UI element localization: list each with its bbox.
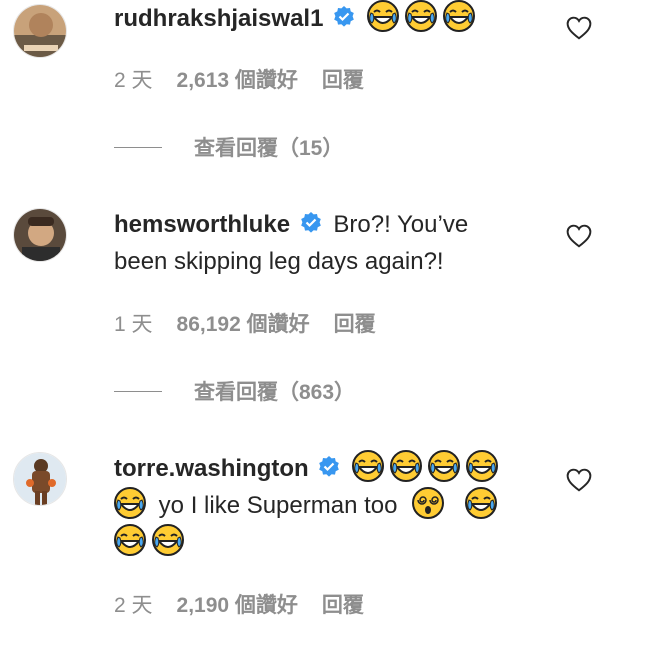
comment-meta: 2 天 2,613 個讚好 回覆 [114,64,364,94]
comment-text: hemsworthluke Bro?! You’ve been skipping… [114,206,544,280]
avatar[interactable] [13,208,67,262]
divider-line [114,390,162,392]
laugh-emoji-icon [428,450,460,482]
verified-badge-icon [299,211,323,235]
divider-line [114,146,162,148]
avatar[interactable] [13,452,67,506]
comment-text: rudhrakshjaiswal1 [114,0,544,37]
laugh-emoji-icon [352,450,384,482]
heart-icon[interactable] [566,16,592,40]
laugh-emoji-icon [443,0,475,32]
comment-text: torre.washington yo I like Superman too [114,450,544,561]
view-replies-button[interactable]: 查看回覆（15） [114,132,343,162]
comment-line: yo I like Superman too [158,492,398,519]
heart-icon[interactable] [566,468,592,492]
like-count[interactable]: 86,192 個讚好 [177,308,310,338]
laugh-emoji-icon [405,0,437,32]
comment-meta: 1 天 86,192 個讚好 回覆 [114,308,376,338]
dizzy-emoji-icon [412,487,444,519]
view-replies-label: 查看回覆（15） [194,137,344,160]
username[interactable]: rudhrakshjaiswal1 [114,5,323,32]
laugh-emoji-icon [390,450,422,482]
comment-line: been skipping leg days again?! [114,248,444,275]
laugh-emoji-icon [152,524,184,556]
laugh-emoji-icon [367,0,399,32]
verified-badge-icon [332,5,356,29]
username[interactable]: torre.washington [114,455,309,482]
like-count[interactable]: 2,613 個讚好 [177,64,298,94]
username[interactable]: hemsworthluke [114,211,290,238]
verified-badge-icon [317,455,341,479]
avatar-image [14,5,66,57]
timestamp[interactable]: 1 天 [114,308,153,338]
avatar[interactable] [13,4,67,58]
avatar-image [14,209,66,261]
reply-button[interactable]: 回覆 [322,64,364,94]
reply-button[interactable]: 回覆 [322,589,364,619]
view-replies-label: 查看回覆（863） [194,381,356,404]
timestamp[interactable]: 2 天 [114,589,153,619]
reply-button[interactable]: 回覆 [334,308,376,338]
timestamp[interactable]: 2 天 [114,64,153,94]
avatar-image [14,453,66,505]
comment-meta: 2 天 2,190 個讚好 回覆 [114,589,364,619]
laugh-emoji-icon [114,487,146,519]
laugh-emoji-icon [114,524,146,556]
laugh-emoji-icon [466,450,498,482]
view-replies-button[interactable]: 查看回覆（863） [114,376,355,406]
comment-line: Bro?! You’ve [333,211,469,238]
like-count[interactable]: 2,190 個讚好 [177,589,298,619]
laugh-emoji-icon [465,487,497,519]
heart-icon[interactable] [566,224,592,248]
